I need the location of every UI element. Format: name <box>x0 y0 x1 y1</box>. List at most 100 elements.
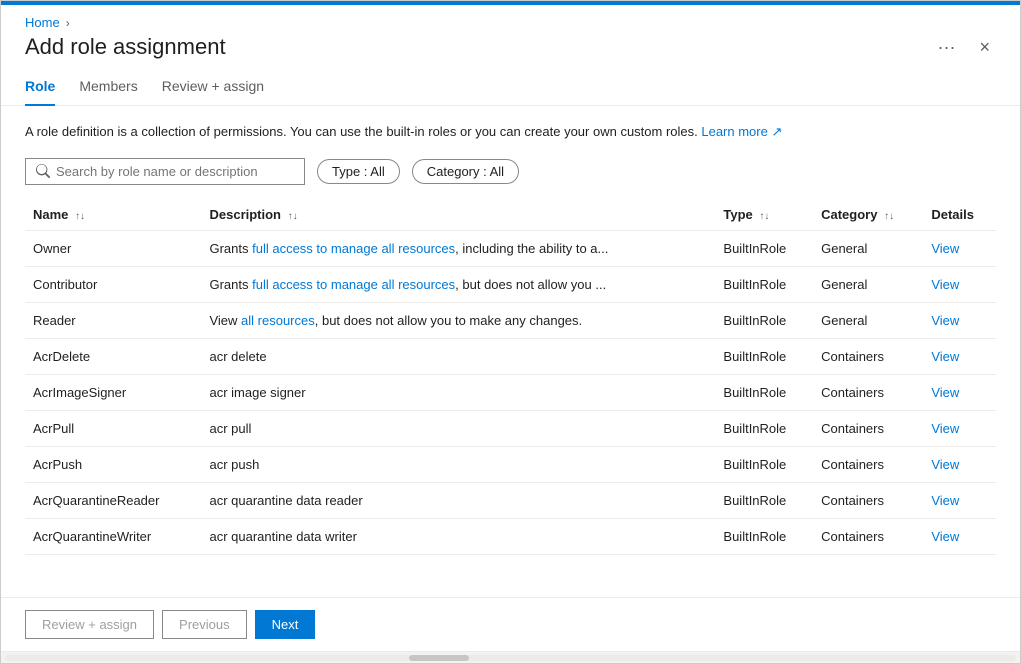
view-link[interactable]: View <box>931 529 959 544</box>
cell-type: BuiltInRole <box>715 446 813 482</box>
table-row: OwnerGrants full access to manage all re… <box>25 230 996 266</box>
cell-category: Containers <box>813 446 923 482</box>
cell-type: BuiltInRole <box>715 518 813 554</box>
table-row: ReaderView all resources, but does not a… <box>25 302 996 338</box>
cell-details: View <box>923 338 996 374</box>
review-assign-button[interactable]: Review + assign <box>25 610 154 639</box>
category-sort-icon: ↑↓ <box>884 211 894 222</box>
cell-details: View <box>923 518 996 554</box>
roles-table: Name ↑↓ Description ↑↓ Type ↑↓ Category … <box>25 201 996 555</box>
search-input[interactable] <box>56 164 294 179</box>
cell-name: AcrQuarantineWriter <box>25 518 201 554</box>
previous-button[interactable]: Previous <box>162 610 247 639</box>
table-row: AcrPushacr pushBuiltInRoleContainers View <box>25 446 996 482</box>
view-link[interactable]: View <box>931 349 959 364</box>
page-title: Add role assignment <box>25 34 226 60</box>
table-row: AcrQuarantineReaderacr quarantine data r… <box>25 482 996 518</box>
tab-role[interactable]: Role <box>25 72 55 106</box>
cell-name: Contributor <box>25 266 201 302</box>
type-filter-pill[interactable]: Type : All <box>317 159 400 184</box>
cell-details: View <box>923 230 996 266</box>
page-header: Add role assignment ··· × <box>1 34 1020 60</box>
cell-description: acr push <box>201 446 715 482</box>
cell-type: BuiltInRole <box>715 266 813 302</box>
cell-name: AcrDelete <box>25 338 201 374</box>
cell-details: View <box>923 446 996 482</box>
col-name[interactable]: Name ↑↓ <box>25 201 201 231</box>
cell-description: Grants full access to manage all resourc… <box>201 230 715 266</box>
category-filter-pill[interactable]: Category : All <box>412 159 519 184</box>
cell-category: Containers <box>813 410 923 446</box>
table-row: AcrImageSigneracr image signerBuiltInRol… <box>25 374 996 410</box>
cell-type: BuiltInRole <box>715 410 813 446</box>
table-header-row: Name ↑↓ Description ↑↓ Type ↑↓ Category … <box>25 201 996 231</box>
content-area: A role definition is a collection of per… <box>1 106 1020 597</box>
view-link[interactable]: View <box>931 385 959 400</box>
type-sort-icon: ↑↓ <box>759 211 769 222</box>
col-description[interactable]: Description ↑↓ <box>201 201 715 231</box>
cell-name: AcrImageSigner <box>25 374 201 410</box>
cell-category: Containers <box>813 482 923 518</box>
cell-type: BuiltInRole <box>715 482 813 518</box>
cell-description: acr delete <box>201 338 715 374</box>
cell-category: Containers <box>813 374 923 410</box>
cell-description: acr pull <box>201 410 715 446</box>
search-icon <box>36 164 50 178</box>
name-sort-icon: ↑↓ <box>75 211 85 222</box>
cell-description: acr image signer <box>201 374 715 410</box>
cell-type: BuiltInRole <box>715 338 813 374</box>
cell-details: View <box>923 374 996 410</box>
close-button[interactable]: × <box>973 36 996 58</box>
cell-type: BuiltInRole <box>715 302 813 338</box>
breadcrumb: Home › <box>1 5 1020 34</box>
view-link[interactable]: View <box>931 241 959 256</box>
cell-details: View <box>923 482 996 518</box>
description-sort-icon: ↑↓ <box>288 211 298 222</box>
search-box[interactable] <box>25 158 305 185</box>
col-category[interactable]: Category ↑↓ <box>813 201 923 231</box>
view-link[interactable]: View <box>931 421 959 436</box>
cell-description: View all resources, but does not allow y… <box>201 302 715 338</box>
breadcrumb-separator: › <box>66 16 70 30</box>
col-type[interactable]: Type ↑↓ <box>715 201 813 231</box>
ellipsis-button[interactable]: ··· <box>932 35 962 60</box>
view-link[interactable]: View <box>931 493 959 508</box>
main-window: Home › Add role assignment ··· × Role Me… <box>0 0 1021 664</box>
tabs-bar: Role Members Review + assign <box>1 60 1020 106</box>
cell-name: Reader <box>25 302 201 338</box>
header-actions: ··· × <box>932 35 997 60</box>
cell-name: Owner <box>25 230 201 266</box>
cell-name: AcrPush <box>25 446 201 482</box>
cell-type: BuiltInRole <box>715 230 813 266</box>
view-link[interactable]: View <box>931 277 959 292</box>
cell-description: acr quarantine data writer <box>201 518 715 554</box>
cell-category: General <box>813 230 923 266</box>
col-details: Details <box>923 201 996 231</box>
table-row: AcrPullacr pullBuiltInRoleContainers View <box>25 410 996 446</box>
cell-description: acr quarantine data reader <box>201 482 715 518</box>
cell-category: General <box>813 266 923 302</box>
cell-category: Containers <box>813 338 923 374</box>
view-link[interactable]: View <box>931 313 959 328</box>
cell-category: General <box>813 302 923 338</box>
cell-description: Grants full access to manage all resourc… <box>201 266 715 302</box>
cell-name: AcrQuarantineReader <box>25 482 201 518</box>
tab-members[interactable]: Members <box>79 72 137 106</box>
learn-more-link[interactable]: Learn more ↗ <box>701 124 782 139</box>
table-row: AcrDeleteacr deleteBuiltInRoleContainers… <box>25 338 996 374</box>
tab-review-assign[interactable]: Review + assign <box>162 72 264 106</box>
cell-details: View <box>923 266 996 302</box>
table-row: ContributorGrants full access to manage … <box>25 266 996 302</box>
next-button[interactable]: Next <box>255 610 316 639</box>
breadcrumb-home-link[interactable]: Home <box>25 15 60 30</box>
filters-row: Type : All Category : All <box>25 158 996 185</box>
cell-name: AcrPull <box>25 410 201 446</box>
cell-details: View <box>923 302 996 338</box>
cell-details: View <box>923 410 996 446</box>
description-text: A role definition is a collection of per… <box>25 122 996 142</box>
horizontal-scrollbar[interactable] <box>1 651 1020 663</box>
cell-category: Containers <box>813 518 923 554</box>
footer: Review + assign Previous Next <box>1 597 1020 651</box>
table-row: AcrQuarantineWriteracr quarantine data w… <box>25 518 996 554</box>
view-link[interactable]: View <box>931 457 959 472</box>
